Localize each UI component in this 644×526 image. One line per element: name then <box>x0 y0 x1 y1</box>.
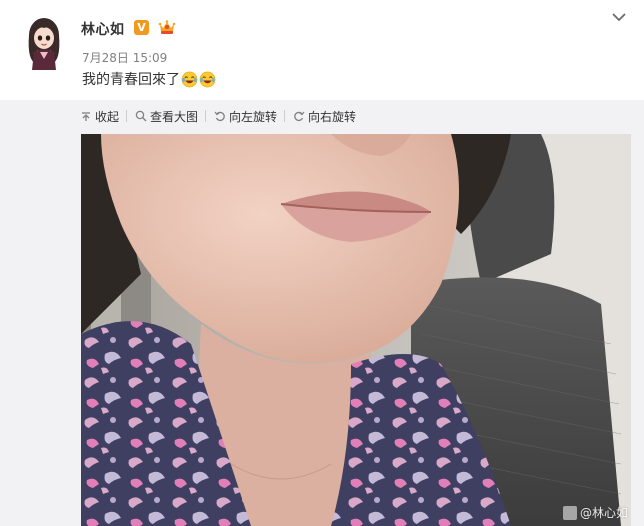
collapse-arrow-icon <box>82 112 90 121</box>
selfie-photo <box>81 134 631 526</box>
view-large-button[interactable]: 查看大图 <box>135 108 198 125</box>
rotate-left-button[interactable]: 向左旋转 <box>214 108 277 125</box>
post-content: 我的青春回來了 <box>82 68 216 90</box>
rotate-right-button[interactable]: 向右旋转 <box>293 108 356 125</box>
post-text: 我的青春回來了 <box>82 72 180 88</box>
laugh-tears-emoji-icon <box>199 71 216 87</box>
expanded-media-panel: 收起 查看大图 向左旋转 向右旋转 @林心如 <box>0 100 644 526</box>
post-time[interactable]: 7月28日 15:09 <box>82 49 167 66</box>
post-photo[interactable]: @林心如 <box>81 134 631 526</box>
member-crown-icon[interactable] <box>157 18 177 36</box>
weibo-post-page: 林心如 V 7月28日 15:09 我的青春回來了 收起 查看大图 向左旋转 向… <box>0 0 644 526</box>
media-toolbar: 收起 查看大图 向左旋转 向右旋转 <box>80 106 356 126</box>
post-header: 林心如 V 7月28日 15:09 我的青春回來了 <box>0 0 644 100</box>
rotate-right-icon <box>294 111 305 122</box>
magnifier-icon <box>135 110 147 122</box>
rotate-right-label: 向右旋转 <box>308 109 357 124</box>
author-name[interactable]: 林心如 <box>81 19 125 39</box>
chevron-down-icon[interactable] <box>611 11 627 23</box>
collapse-button[interactable]: 收起 <box>80 108 119 125</box>
laugh-tears-emoji-icon <box>181 71 198 87</box>
photo-watermark: @林心如 <box>562 504 628 521</box>
view-large-label: 查看大图 <box>150 109 199 124</box>
avatar[interactable] <box>20 14 68 72</box>
toolbar-divider <box>126 110 128 122</box>
toolbar-divider <box>205 110 207 122</box>
watermark-text: @林心如 <box>579 506 628 520</box>
weibo-logo-icon <box>562 505 577 520</box>
rotate-left-label: 向左旋转 <box>229 109 278 124</box>
toolbar-divider <box>284 110 286 122</box>
rotate-left-icon <box>214 111 225 122</box>
collapse-label: 收起 <box>95 109 120 124</box>
verified-badge-icon: V <box>134 20 149 35</box>
